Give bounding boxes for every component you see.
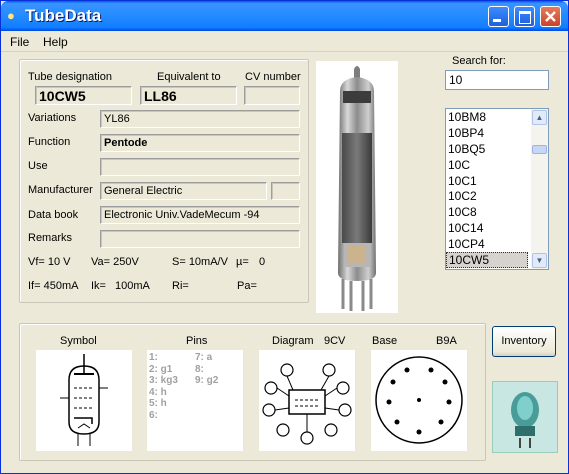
tube-designation-field[interactable]: 10CW5 bbox=[35, 86, 132, 105]
list-item[interactable]: 10C1 bbox=[446, 173, 530, 189]
s-param: S= 10mA/V bbox=[172, 256, 228, 268]
menu-bar: File Help bbox=[1, 31, 568, 52]
pa-param: Pa= bbox=[237, 280, 257, 292]
scroll-down-button[interactable]: ▼ bbox=[532, 253, 547, 268]
pins-panel: 1: 2: g1 3: kg3 4: h 5: h 6: 7: a 8: 9: … bbox=[147, 350, 243, 451]
databook-label: Data book bbox=[28, 209, 79, 221]
list-item[interactable]: 10C14 bbox=[446, 220, 530, 236]
ik-value: 100mA bbox=[115, 280, 150, 292]
manufacturer-extra-field[interactable] bbox=[271, 182, 300, 200]
window-title: TubeData bbox=[25, 6, 102, 25]
variations-field[interactable]: YL86 bbox=[100, 110, 300, 128]
minimize-button[interactable] bbox=[488, 6, 509, 27]
databook-field[interactable]: Electronic Univ.VadeMecum -94 bbox=[100, 206, 300, 224]
mu-value: 0 bbox=[259, 256, 266, 268]
list-item[interactable]: 10BQ5 bbox=[446, 141, 530, 157]
base-diagram-image bbox=[371, 350, 467, 451]
remarks-field[interactable] bbox=[100, 230, 300, 248]
menu-file[interactable]: File bbox=[10, 35, 29, 49]
list-item[interactable]: 10CP4 bbox=[446, 236, 530, 252]
tube-symbol-image bbox=[36, 350, 132, 451]
ik-param: Ik= bbox=[91, 280, 106, 292]
function-field[interactable]: Pentode bbox=[100, 134, 300, 152]
maximize-icon bbox=[519, 11, 531, 24]
ri-param: Ri= bbox=[172, 280, 189, 292]
pins-label: Pins bbox=[186, 335, 208, 347]
pins-column-2: 7: a 8: 9: g2 bbox=[195, 352, 219, 386]
scroll-up-button[interactable]: ▲ bbox=[532, 110, 547, 125]
cv-number-label: CV number bbox=[245, 71, 301, 83]
chevron-down-icon: ▼ bbox=[535, 256, 544, 265]
title-bar[interactable]: ● TubeData bbox=[1, 1, 568, 31]
base-label: Base bbox=[372, 335, 398, 347]
chevron-up-icon: ▲ bbox=[535, 113, 544, 122]
equivalent-label: Equivalent to bbox=[157, 71, 221, 83]
pins-column-1: 1: 2: g1 3: kg3 4: h 5: h 6: bbox=[149, 352, 178, 421]
inventory-button[interactable]: Inventory bbox=[492, 326, 556, 357]
cv-number-field[interactable] bbox=[244, 86, 300, 105]
manufacturer-field[interactable]: General Electric bbox=[100, 182, 267, 200]
list-item[interactable]: 10BM8 bbox=[446, 109, 530, 125]
tube-logo bbox=[492, 381, 558, 453]
mu-param: µ= bbox=[236, 256, 249, 268]
use-field[interactable] bbox=[100, 158, 300, 176]
list-item[interactable]: 10C bbox=[446, 157, 530, 173]
close-icon bbox=[545, 11, 556, 22]
menu-help[interactable]: Help bbox=[43, 35, 68, 49]
minimize-icon bbox=[493, 19, 501, 22]
search-input[interactable]: 10 bbox=[445, 70, 549, 90]
scroll-thumb[interactable] bbox=[532, 145, 547, 154]
list-item[interactable]: 10C8 bbox=[446, 204, 530, 220]
symbol-label: Symbol bbox=[60, 335, 97, 347]
manufacturer-label: Manufacturer bbox=[28, 184, 93, 196]
diagram-label: Diagram bbox=[272, 335, 314, 347]
variations-label: Variations bbox=[28, 112, 77, 124]
results-listbox[interactable]: 10BM8 10BP4 10BQ5 10C 10C1 10C2 10C8 10C… bbox=[445, 108, 549, 270]
use-label: Use bbox=[28, 160, 48, 172]
va-param: Va= 250V bbox=[91, 256, 139, 268]
tube-photo bbox=[316, 61, 398, 313]
base-code: B9A bbox=[436, 335, 457, 347]
function-label: Function bbox=[28, 136, 71, 148]
diagram-code: 9CV bbox=[324, 335, 346, 347]
app-window: ● TubeData File Help Tube designation Eq… bbox=[0, 0, 569, 474]
vf-param: Vf= 10 V bbox=[28, 256, 71, 268]
list-item[interactable]: 10C2 bbox=[446, 188, 530, 204]
list-scrollbar[interactable]: ▲ ▼ bbox=[531, 109, 548, 269]
pin-diagram-image bbox=[259, 350, 355, 451]
equivalent-field[interactable]: LL86 bbox=[140, 86, 237, 105]
list-item-selected[interactable]: 10CW5 bbox=[446, 252, 528, 268]
tube-designation-label: Tube designation bbox=[28, 71, 112, 83]
list-item[interactable]: 10BP4 bbox=[446, 125, 530, 141]
search-label: Search for: bbox=[452, 55, 506, 67]
maximize-button[interactable] bbox=[514, 6, 535, 27]
remarks-label: Remarks bbox=[28, 232, 73, 244]
close-button[interactable] bbox=[540, 6, 561, 27]
if-param: If= 450mA bbox=[28, 280, 79, 292]
lightbulb-icon: ● bbox=[7, 8, 15, 23]
